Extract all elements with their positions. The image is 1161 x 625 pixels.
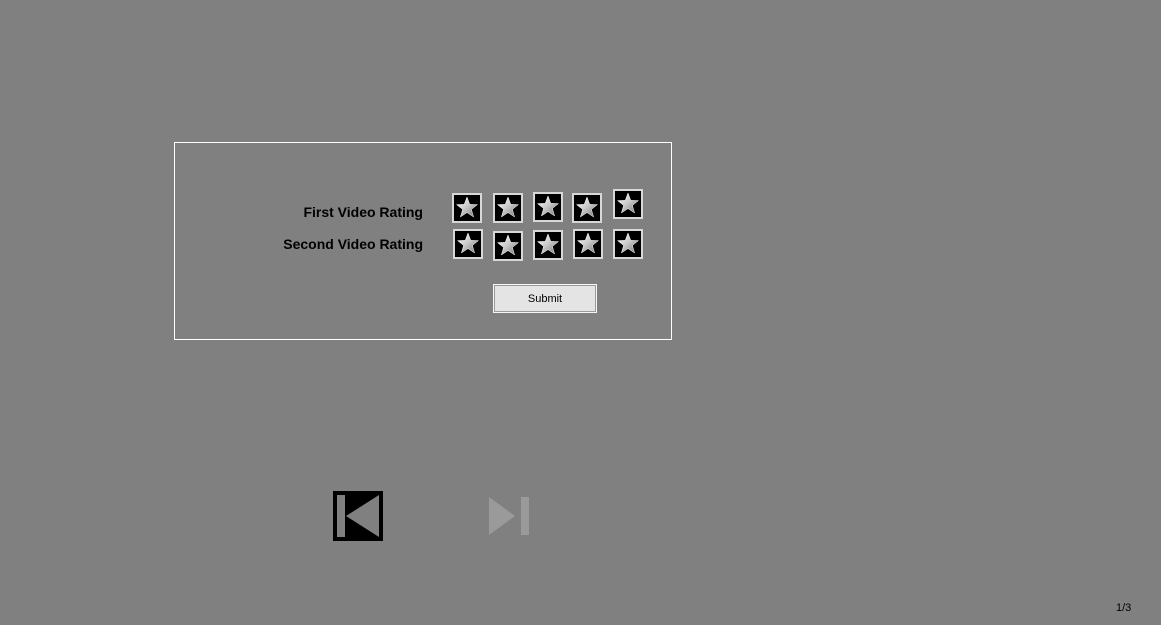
rating-panel: First Video Rating Second Video Rating S…: [174, 142, 672, 340]
second-rating-star-3[interactable]: [533, 230, 563, 260]
second-rating-star-2[interactable]: [493, 231, 523, 261]
star-icon: [616, 232, 640, 254]
star-icon: [536, 195, 560, 217]
previous-button[interactable]: [333, 491, 383, 541]
next-button[interactable]: [484, 494, 534, 538]
second-rating-star-4[interactable]: [573, 229, 603, 259]
star-icon: [616, 192, 640, 214]
first-rating-star-2[interactable]: [493, 193, 523, 223]
star-icon: [496, 196, 520, 218]
star-icon: [455, 196, 479, 218]
star-icon: [575, 196, 599, 218]
submit-button[interactable]: Submit: [493, 284, 597, 313]
second-rating-star-5[interactable]: [613, 229, 643, 259]
star-icon: [456, 232, 480, 254]
skip-previous-icon: [337, 495, 379, 537]
page-indicator: 1/3: [1116, 602, 1132, 614]
star-icon: [496, 234, 520, 256]
first-rating-star-1[interactable]: [452, 193, 482, 223]
skip-next-icon: [489, 497, 529, 535]
star-icon: [536, 233, 560, 255]
second-rating-star-1[interactable]: [453, 229, 483, 259]
second-video-rating-label: Second Video Rating: [283, 236, 423, 252]
first-rating-star-4[interactable]: [572, 193, 602, 223]
first-video-rating-label: First Video Rating: [303, 204, 423, 220]
first-rating-star-3[interactable]: [533, 192, 563, 222]
first-rating-star-5[interactable]: [613, 189, 643, 219]
star-icon: [576, 232, 600, 254]
